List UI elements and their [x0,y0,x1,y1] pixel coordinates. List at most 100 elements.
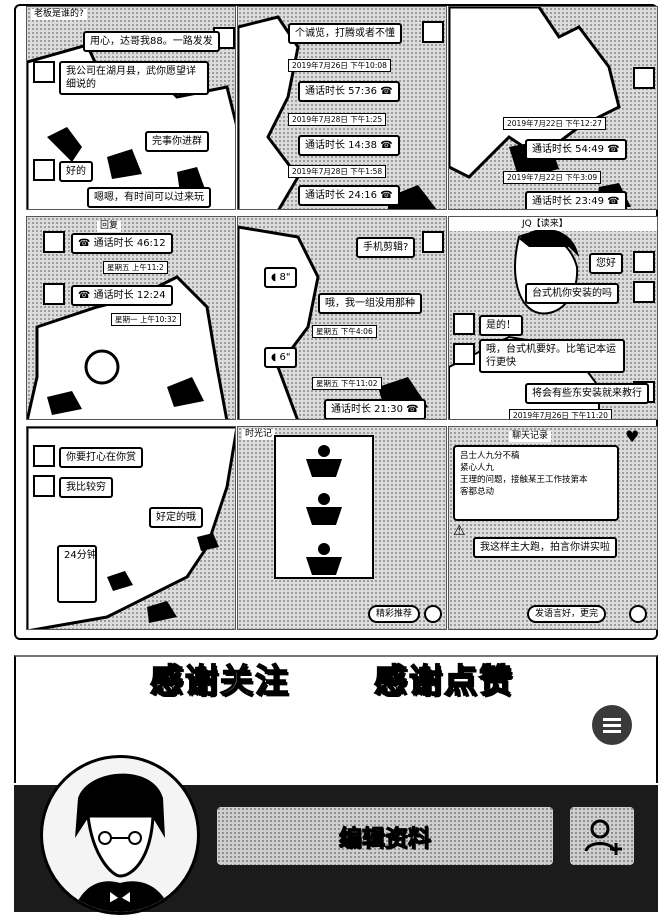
call-duration: 通话时长 21:30 [331,404,403,415]
contact-avatar [633,67,655,89]
voice-icon: ◖ [271,272,277,283]
note-line: 吕士人九分不稿 [460,451,520,461]
call-record: ☎ 通话时长 46:12 [71,233,173,254]
comic-tile-4[interactable]: 回复 ☎ 通话时长 46:12 星期五 上午11:2 ☎ 通话时长 12:24 … [26,216,236,420]
call-record: 通话时长 14:38 ☎ [298,135,400,156]
timestamp: 星期五 下午11:02 [312,377,382,390]
recommend-pill[interactable]: 精彩推荐 [368,605,421,623]
heart-icon: ♥ [625,427,640,446]
contact-avatar [453,343,475,365]
phone-icon: ☎ [380,140,393,151]
message-bubble: 手机剪辑? [356,237,416,258]
add-friend-icon [584,819,622,855]
voice-duration: 6" [279,352,291,363]
contact-avatar [453,313,475,335]
voice-message[interactable]: ◖ 6" [264,347,298,368]
timestamp: 2019年7月22日 下午3:09 [503,171,602,184]
message-bubble: 您好 [589,253,623,274]
video-preview[interactable] [274,435,374,579]
contact-avatar [422,21,444,43]
call-duration: 通话时长 12:24 [93,290,166,301]
message-bubble: 我这样主大跑，拍言你讲实啦 [473,537,617,558]
message-bubble: 将会有些东安装就来教行 [525,383,649,404]
call-record: 通话时长 21:30 ☎ [324,399,426,419]
phone-icon: ☎ [78,290,91,301]
call-duration: 通话时长 57:36 [305,86,377,97]
comic-tile-8[interactable]: 时光记 精彩推荐 [237,426,447,630]
timestamp: 星期一 上午10:32 [111,313,181,326]
call-duration: 通话时长 14:38 [305,140,377,151]
message-bubble: 用心，达哥我88。一路发发 [83,31,220,52]
contact-avatar [633,281,655,303]
timestamp: 2019年7月26日 下午10:08 [288,59,391,72]
message-bubble: 个诚览，打腾或者不懂 [288,23,402,44]
contact-avatar [33,61,55,83]
timestamp: 2019年7月28日 下午1:25 [288,113,387,126]
add-friend-button[interactable] [570,807,634,865]
call-duration: 通话时长 24:16 [305,190,377,201]
voice-pill[interactable]: 发语言好，更完 [527,605,607,623]
message-bubble: 你要打心在你赏 [59,447,143,468]
phone-icon: ☎ [78,238,91,249]
phone-icon: ☎ [607,144,620,155]
dancer-illustration [306,445,342,575]
menu-icon[interactable] [592,705,632,745]
contact-avatar [43,231,65,253]
timestamp: 2019年7月28日 下午1:58 [288,165,387,178]
message-bubble: 台式机你安装的吗 [525,283,619,304]
call-duration: 24分钟 [64,550,97,561]
comic-tile-5[interactable]: 手机剪辑? ◖ 8" 哦，我一组没用那种 星期五 下午4:06 ◖ 6" 星期五… [237,216,447,420]
comic-tile-7[interactable]: 你要打心在你赏 我比较穷 好定的哦 24分钟 [26,426,236,630]
tile-8-header: 时光记 [242,429,276,440]
note-line: 客都总动 [460,487,495,497]
message-bubble: 好定的哦 [149,507,203,528]
refresh-icon[interactable] [629,605,647,623]
timestamp: 2019年7月26日 下午11:20 [509,409,612,419]
phone-icon: ☎ [406,404,419,415]
contact-avatar [43,283,65,305]
thanks-follow-title: 感谢关注 [149,660,290,701]
message-bubble: 我比较穷 [59,477,113,498]
call-record: 通话时长 24:16 ☎ [298,185,400,206]
call-record: ☎ 通话时长 12:24 [71,285,173,306]
contact-avatar [33,475,55,497]
comic-tile-3[interactable]: 2019年7月22日 下午12:27 通话时长 54:49 ☎ 2019年7月2… [448,6,658,210]
avatar-portrait [73,773,171,912]
message-bubble: 嗯嗯，有时间可以过来玩 [87,187,211,208]
call-card: 24分钟 [57,545,97,603]
thanks-like-title: 感谢点赞 [373,660,514,701]
chat-title: JQ【读来】 [519,219,571,230]
call-record: 通话时长 23:49 ☎ [525,191,627,209]
phone-icon: ☎ [380,86,393,97]
contact-avatar [33,159,55,181]
contact-avatar [633,251,655,273]
message-bubble: 好的 [59,161,93,182]
note-line: 紧心人九 [460,463,495,473]
avatar[interactable] [40,755,200,915]
comic-tile-6[interactable]: JQ【读来】 您好 台式机你安装的吗 是的！ 哦，台式机要好。比笔记本运行更快 … [448,216,658,420]
comic-tile-1[interactable]: 老板是谁的? 用心，达哥我88。一路发发 我公司在湖月县，武你愿望详细说的 完事… [26,6,236,210]
note-line: 王理的问题，接触某王工作技第本 [460,475,588,485]
call-duration: 通话时长 46:12 [93,238,166,249]
comic-tile-9[interactable]: 聊天记录 ♥ 吕士人九分不稿 紧心人九 王理的问题，接触某王工作技第本 客都总动… [448,426,658,630]
tile-1-header: 老板是谁的? [31,9,87,20]
call-record: 通话时长 57:36 ☎ [298,81,400,102]
message-bubble: 是的！ [479,315,523,336]
refresh-icon[interactable] [424,605,442,623]
message-bubble: 我公司在湖月县，武你愿望详细说的 [59,61,209,95]
voice-message[interactable]: ◖ 8" [264,267,298,288]
tile-9-header: 聊天记录 [509,431,552,442]
tile-4-header: 回复 [97,221,122,232]
comic-tile-2[interactable]: 个诚览，打腾或者不懂 2019年7月26日 下午10:08 通话时长 57:36… [237,6,447,210]
edit-profile-button[interactable]: 编辑资料 [217,807,553,865]
timestamp: 星期五 上午11:2 [103,261,168,274]
warning-icon: ⚠ [453,523,466,539]
timestamp: 2019年7月22日 下午12:27 [503,117,606,130]
voice-duration: 8" [279,272,291,283]
contact-avatar [422,231,444,253]
call-record: 通话时长 54:49 ☎ [525,139,627,160]
message-bubble: 哦，我一组没用那种 [318,293,422,314]
note-card: 吕士人九分不稿 紧心人九 王理的问题，接触某王工作技第本 客都总动 [453,445,619,521]
call-duration: 通话时长 54:49 [532,144,604,155]
message-bubble: 哦，台式机要好。比笔记本运行更快 [479,339,625,373]
